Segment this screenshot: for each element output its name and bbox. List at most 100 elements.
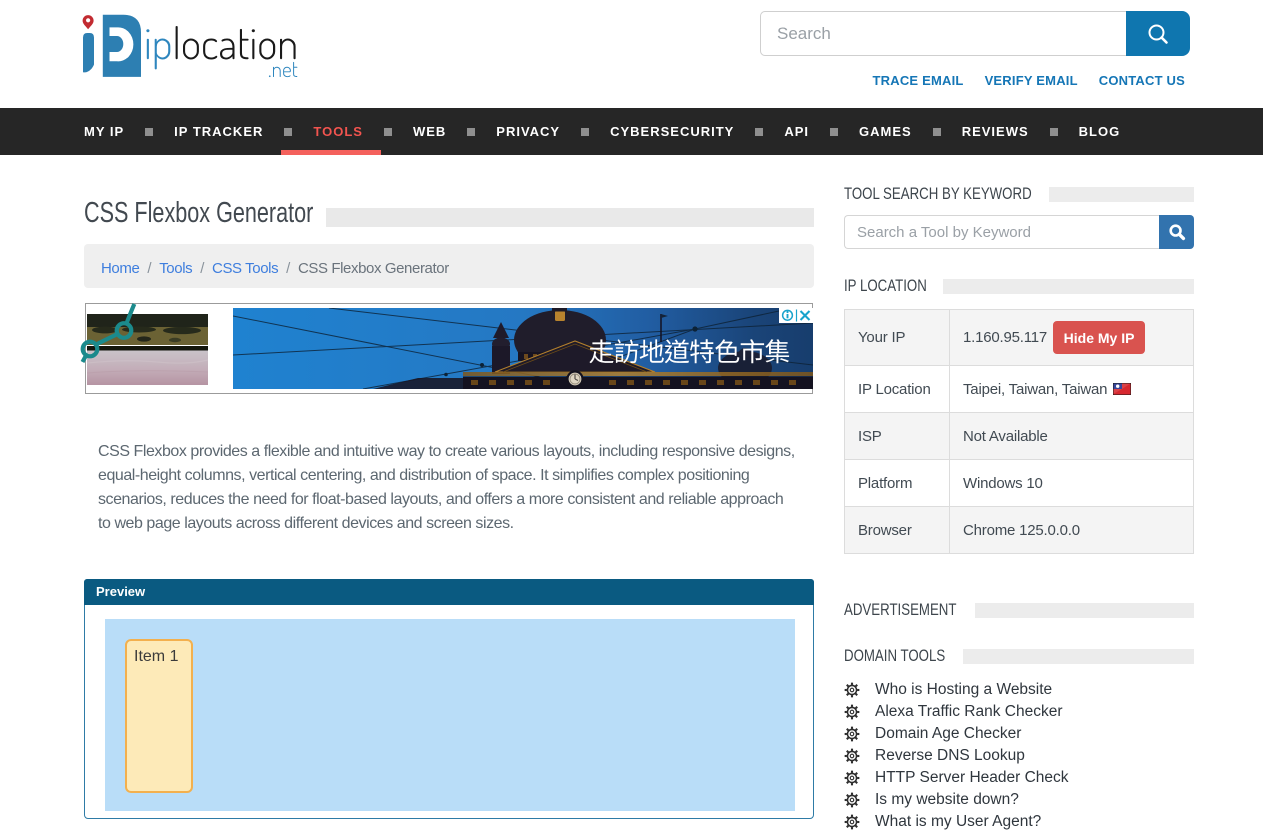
nav-item-tools: TOOLS — [288, 108, 388, 155]
header-links: TRACE EMAIL VERIFY EMAIL CONTACT US — [873, 73, 1185, 88]
page-title: CSS Flexbox Generator — [84, 197, 326, 230]
tool-search-widget: TOOL SEARCH BY KEYWORD — [844, 184, 1194, 249]
ip-location-value: Taipei, Taiwan, Taiwan — [963, 381, 1107, 398]
header-search-input[interactable] — [760, 11, 1126, 56]
tool-search-button[interactable] — [1159, 215, 1194, 249]
platform-value: Windows 10 — [950, 460, 1194, 507]
breadcrumb-home[interactable]: Home — [101, 260, 139, 277]
trace-email-link[interactable]: TRACE EMAIL — [873, 73, 964, 88]
nav-item-my-ip: MY IP — [84, 108, 149, 155]
tool-search-input[interactable] — [844, 215, 1159, 249]
gear-icon — [844, 770, 860, 786]
main-content: CSS Flexbox Generator Home/Tools/CSS Too… — [84, 155, 814, 833]
list-item: HTTP Server Header Check — [844, 767, 1194, 789]
domain-tools-heading: DOMAIN TOOLS — [844, 646, 951, 666]
table-row-isp: ISP Not Available — [845, 413, 1194, 460]
gear-icon — [844, 726, 860, 742]
heading-decoration-bar — [975, 603, 1194, 618]
nav-item-cybersecurity: CYBERSECURITY — [585, 108, 759, 155]
list-item: Who is Hosting a Website — [844, 679, 1194, 701]
logo-wordmark — [146, 26, 297, 77]
widget-title: TOOL SEARCH BY KEYWORD — [844, 184, 1194, 204]
adchoices-icon[interactable] — [779, 308, 813, 323]
nav-item-games: GAMES — [834, 108, 937, 155]
table-row-platform: Platform Windows 10 — [845, 460, 1194, 507]
ip-info-table: Your IP 1.160.95.117 Hide My IP IP Locat… — [844, 309, 1194, 554]
list-item: Domain Age Checker — [844, 723, 1194, 745]
table-row-your-ip: Your IP 1.160.95.117 Hide My IP — [845, 310, 1194, 366]
ad-creative[interactable] — [233, 308, 813, 389]
page-title-text: CSS Flexbox Generator — [84, 197, 313, 230]
title-row: CSS Flexbox Generator — [84, 197, 814, 230]
nav-list: MY IP IP TRACKER TOOLS WEB PRIVACY CYBER… — [84, 108, 1194, 155]
logo-p-tile — [103, 15, 141, 77]
header-search-button[interactable] — [1126, 11, 1190, 56]
breadcrumb-tools[interactable]: Tools — [159, 260, 192, 277]
list-item: Reverse DNS Lookup — [844, 745, 1194, 767]
contact-us-link[interactable]: CONTACT US — [1099, 73, 1185, 88]
preview-card: Preview Item 1 — [84, 579, 814, 819]
gear-icon — [844, 814, 860, 830]
nav-item-blog: BLOG — [1054, 108, 1146, 155]
value-cell: 1.160.95.117 Hide My IP — [950, 310, 1194, 366]
preview-body: Item 1 — [85, 605, 813, 818]
title-decoration-bar — [326, 208, 814, 227]
site-header: TRACE EMAIL VERIFY EMAIL CONTACT US — [0, 0, 1263, 108]
gear-icon — [844, 704, 860, 720]
your-ip-value: 1.160.95.117 — [963, 329, 1047, 346]
search-icon — [1168, 223, 1186, 241]
header-search — [760, 11, 1190, 56]
heading-decoration-bar — [963, 649, 1194, 664]
tool-description: CSS Flexbox provides a flexible and intu… — [98, 440, 806, 536]
gear-icon — [844, 682, 860, 698]
gear-icon — [844, 748, 860, 764]
list-item: Alexa Traffic Rank Checker — [844, 701, 1194, 723]
hide-my-ip-button[interactable]: Hide My IP — [1053, 321, 1145, 354]
ad-left-photo — [87, 304, 211, 393]
logo-mark — [83, 15, 141, 77]
list-item: What is my User Agent? — [844, 811, 1194, 833]
tool-search-heading: TOOL SEARCH BY KEYWORD — [844, 184, 1037, 204]
table-row-ip-location: IP Location Taipei, Taiwan, Taiwan — [845, 366, 1194, 413]
preview-header: Preview — [84, 579, 814, 605]
tool-search-bar — [844, 215, 1194, 249]
ip-location-heading: IP LOCATION — [844, 276, 931, 296]
breadcrumb-css-tools[interactable]: CSS Tools — [212, 260, 278, 277]
search-icon — [1146, 22, 1170, 46]
table-row-browser: Browser Chrome 125.0.0.0 — [845, 507, 1194, 554]
ip-location-widget: IP LOCATION Your IP 1.160.95.117 Hide My… — [844, 276, 1194, 554]
flex-preview-item: Item 1 — [125, 639, 193, 793]
nav-item-ip-tracker: IP TRACKER — [149, 108, 288, 155]
nav-item-api: API — [759, 108, 834, 155]
nav-item-privacy: PRIVACY — [471, 108, 585, 155]
iplocation-logo-graphic — [82, 13, 304, 80]
widget-title: ADVERTISEMENT — [844, 600, 1194, 620]
main-layout: CSS Flexbox Generator Home/Tools/CSS Too… — [84, 155, 1194, 833]
flex-preview-container: Item 1 — [105, 619, 795, 811]
widget-title: DOMAIN TOOLS — [844, 646, 1194, 666]
heading-decoration-bar — [1049, 187, 1194, 202]
logo-i-mark — [83, 33, 94, 72]
breadcrumb: Home/Tools/CSS Tools/CSS Flexbox Generat… — [84, 244, 814, 288]
domain-tools-list: Who is Hosting a Website Alexa Traffic R… — [844, 679, 1194, 833]
heading-decoration-bar — [943, 279, 1194, 294]
main-nav: MY IP IP TRACKER TOOLS WEB PRIVACY CYBER… — [0, 108, 1263, 155]
taiwan-flag-icon — [1113, 383, 1131, 395]
browser-value: Chrome 125.0.0.0 — [950, 507, 1194, 554]
taiwan-flag-graphic — [1113, 383, 1131, 395]
breadcrumb-current: CSS Flexbox Generator — [298, 260, 449, 277]
advertisement-widget: ADVERTISEMENT — [844, 600, 1194, 620]
gear-icon — [844, 792, 860, 808]
list-item: Is my website down? — [844, 789, 1194, 811]
site-logo[interactable] — [82, 13, 304, 80]
header-inner: TRACE EMAIL VERIFY EMAIL CONTACT US — [84, 0, 1194, 108]
value-cell: Taipei, Taiwan, Taiwan — [950, 366, 1194, 413]
sidebar: TOOL SEARCH BY KEYWORD IP LOCATION — [844, 155, 1194, 833]
nav-item-web: WEB — [388, 108, 471, 155]
isp-value: Not Available — [950, 413, 1194, 460]
domain-tools-widget: DOMAIN TOOLS Who is Hosting a Website Al… — [844, 646, 1194, 833]
verify-email-link[interactable]: VERIFY EMAIL — [985, 73, 1078, 88]
nav-item-reviews: REVIEWS — [937, 108, 1054, 155]
widget-title: IP LOCATION — [844, 276, 1194, 296]
ad-banner[interactable] — [85, 303, 813, 394]
